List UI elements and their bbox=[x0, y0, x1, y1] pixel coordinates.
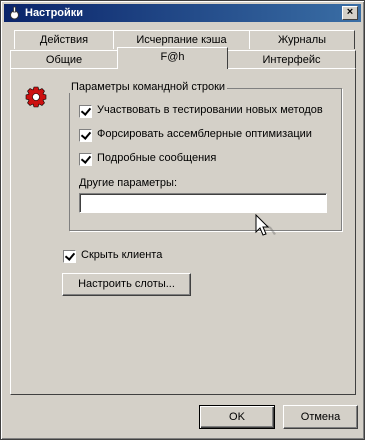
checkbox-label: Подробные сообщения bbox=[97, 152, 217, 164]
tab-label: F@h bbox=[160, 51, 185, 63]
close-icon: × bbox=[346, 6, 354, 18]
checkbox-force-asm[interactable] bbox=[79, 129, 92, 142]
title-bar[interactable]: Настройки × bbox=[4, 4, 361, 22]
group-title: Параметры командной строки bbox=[69, 81, 228, 93]
tab-label: Исчерпание кэша bbox=[136, 34, 227, 46]
checkbox-test-new-methods[interactable] bbox=[79, 105, 92, 118]
other-params-label: Другие параметры: bbox=[79, 177, 178, 189]
cancel-button[interactable]: Отмена bbox=[283, 405, 358, 429]
button-label: OK bbox=[229, 411, 245, 423]
ok-button[interactable]: OK bbox=[199, 405, 275, 429]
mouse-cursor-icon bbox=[255, 214, 276, 236]
checkbox-label: Участвовать в тестировании новых методов bbox=[97, 104, 323, 116]
checkbox-verbose[interactable] bbox=[79, 153, 92, 166]
app-icon bbox=[10, 6, 19, 20]
tab-label: Журналы bbox=[277, 34, 327, 46]
window-title: Настройки bbox=[25, 7, 84, 19]
tab-label: Общие bbox=[45, 54, 83, 66]
checkbox-hide-client[interactable] bbox=[63, 250, 76, 263]
tab-interface[interactable]: Интерфейс bbox=[227, 50, 356, 69]
tab-label: Действия bbox=[39, 34, 89, 46]
other-params-input[interactable] bbox=[79, 193, 327, 213]
button-label: Отмена bbox=[300, 411, 341, 423]
tab-actions[interactable]: Действия bbox=[14, 30, 114, 49]
tab-general[interactable]: Общие bbox=[10, 50, 118, 69]
configure-slots-button[interactable]: Настроить слоты... bbox=[62, 273, 191, 296]
checkbox-label: Форсировать ассемблерные оптимизации bbox=[97, 128, 312, 140]
tab-fah[interactable]: F@h bbox=[117, 47, 228, 69]
checkbox-label: Скрыть клиента bbox=[81, 249, 163, 261]
tab-label: Интерфейс bbox=[262, 54, 321, 66]
button-label: Настроить слоты... bbox=[78, 278, 175, 290]
red-gear-icon bbox=[25, 86, 47, 108]
close-button[interactable]: × bbox=[342, 6, 358, 20]
tab-logs[interactable]: Журналы bbox=[249, 30, 355, 49]
